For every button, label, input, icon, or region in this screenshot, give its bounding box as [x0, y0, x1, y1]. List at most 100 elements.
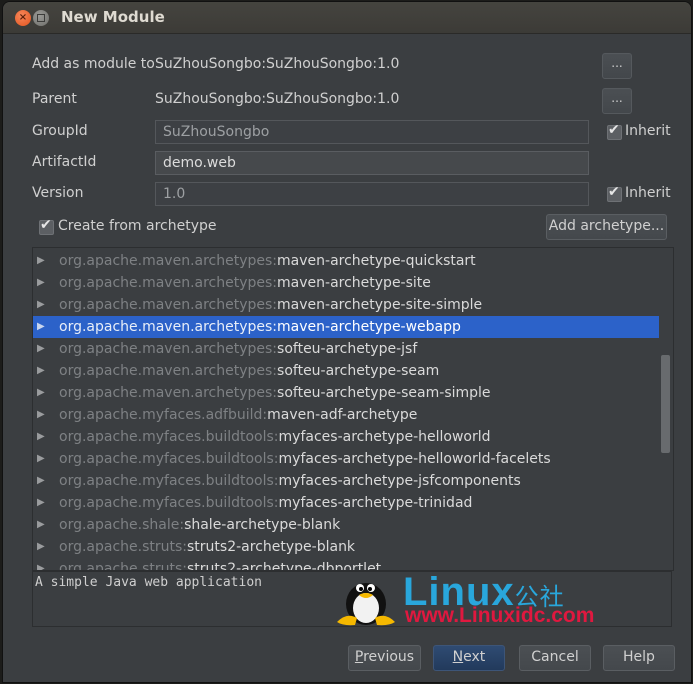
archetype-group: org.apache.struts: [59, 561, 188, 571]
archetype-list-scrollbar[interactable] [661, 355, 670, 453]
archetype-label: org.apache.myfaces.adfbuild:maven-adf-ar… [59, 404, 417, 426]
parent-value: SuZhouSongbo:SuZhouSongbo:1.0 [155, 91, 400, 107]
archetype-artifact: maven-archetype-quickstart [277, 253, 476, 269]
archetype-group: org.apache.maven.archetypes: [59, 341, 278, 357]
add-as-module-browse-button[interactable]: ... [602, 53, 632, 79]
previous-mnemonic: P [354, 649, 364, 665]
archetype-artifact: myfaces-archetype-helloworld-facelets [278, 451, 551, 467]
archetype-group: org.apache.myfaces.buildtools: [59, 495, 279, 511]
group-id-inherit-checkbox[interactable] [607, 122, 622, 140]
archetype-artifact: softeu-archetype-jsf [277, 341, 418, 357]
archetype-row[interactable]: ▶ org.apache.myfaces.adfbuild:maven-adf-a… [33, 404, 659, 426]
expand-arrow-icon[interactable]: ▶ [37, 470, 45, 492]
expand-arrow-icon[interactable]: ▶ [37, 382, 45, 404]
close-icon: × [18, 12, 28, 23]
archetype-label: org.apache.shale:shale-archetype-blank [59, 514, 340, 536]
archetype-group: org.apache.myfaces.buildtools: [59, 473, 279, 489]
create-from-archetype-label: Create from archetype [58, 218, 217, 234]
expand-arrow-icon[interactable]: ▶ [37, 338, 45, 360]
archetype-row[interactable]: ▶ org.apache.myfaces.buildtools:myfaces-a… [33, 448, 659, 470]
previous-label: revious [363, 649, 415, 665]
archetype-group: org.apache.maven.archetypes: [59, 297, 278, 313]
archetype-group: org.apache.maven.archetypes: [59, 275, 278, 291]
archetype-label: org.apache.struts:struts2-archetype-blan… [59, 536, 355, 558]
archetype-label: org.apache.myfaces.buildtools:myfaces-ar… [59, 470, 521, 492]
expand-arrow-icon[interactable]: ▶ [37, 448, 45, 470]
help-button[interactable]: Help [603, 645, 675, 671]
archetype-artifact: maven-archetype-site [277, 275, 431, 291]
expand-arrow-icon[interactable]: ▶ [37, 250, 45, 272]
expand-arrow-icon[interactable]: ▶ [37, 316, 45, 338]
archetype-group: org.apache.myfaces.buildtools: [59, 429, 279, 445]
parent-label: Parent [32, 91, 77, 107]
expand-arrow-icon[interactable]: ▶ [37, 272, 45, 294]
archetype-row[interactable]: ▶ org.apache.maven.archetypes:softeu-arch… [33, 360, 659, 382]
expand-arrow-icon[interactable]: ▶ [37, 294, 45, 316]
version-field[interactable]: 1.0 [155, 182, 589, 206]
next-button[interactable]: Next [433, 645, 505, 671]
artifact-id-field[interactable]: demo.web [155, 151, 589, 175]
archetype-artifact: maven-archetype-webapp [277, 319, 461, 335]
archetype-group: org.apache.myfaces.buildtools: [59, 451, 279, 467]
maximize-window-button[interactable] [33, 10, 49, 26]
archetype-label: org.apache.myfaces.buildtools:myfaces-ar… [59, 426, 491, 448]
version-inherit-label: Inherit [625, 185, 671, 201]
archetype-row[interactable]: ▶ org.apache.maven.archetypes:maven-arche… [33, 316, 659, 338]
archetype-label: org.apache.maven.archetypes:maven-archet… [59, 294, 482, 316]
archetype-row[interactable]: ▶ org.apache.maven.archetypes:maven-arche… [33, 250, 659, 272]
archetype-row[interactable]: ▶ org.apache.maven.archetypes:maven-arche… [33, 272, 659, 294]
cancel-button[interactable]: Cancel [519, 645, 591, 671]
expand-arrow-icon[interactable]: ▶ [37, 492, 45, 514]
archetype-row[interactable]: ▶ org.apache.maven.archetypes:softeu-arch… [33, 338, 659, 360]
group-id-field[interactable]: SuZhouSongbo [155, 120, 589, 144]
archetype-label: org.apache.myfaces.buildtools:myfaces-ar… [59, 448, 551, 470]
archetype-row[interactable]: ▶ org.apache.shale:shale-archetype-blank [33, 514, 659, 536]
add-as-module-value: SuZhouSongbo:SuZhouSongbo:1.0 [155, 56, 400, 72]
archetype-row[interactable]: ▶ org.apache.struts:struts2-archetype-dbp… [33, 558, 659, 571]
previous-button[interactable]: Previous [348, 645, 421, 671]
add-archetype-button[interactable]: Add archetype... [546, 214, 667, 240]
archetype-artifact: maven-adf-archetype [267, 407, 418, 423]
archetype-artifact: softeu-archetype-seam-simple [277, 385, 491, 401]
archetype-label: org.apache.maven.archetypes:softeu-arche… [59, 338, 417, 360]
archetype-label: org.apache.maven.archetypes:maven-archet… [59, 272, 431, 294]
archetype-artifact: maven-archetype-site-simple [277, 297, 483, 313]
archetype-artifact: struts2-archetype-blank [187, 539, 356, 555]
version-label: Version [32, 185, 84, 201]
expand-arrow-icon[interactable]: ▶ [37, 360, 45, 382]
archetype-row[interactable]: ▶ org.apache.struts:struts2-archetype-bla… [33, 536, 659, 558]
version-inherit-checkbox[interactable] [607, 184, 622, 202]
parent-browse-button[interactable]: ... [602, 88, 632, 114]
title-bar: × New Module [3, 2, 691, 34]
close-window-button[interactable]: × [15, 10, 31, 26]
artifact-id-label: ArtifactId [32, 154, 97, 170]
archetype-label: org.apache.struts:struts2-archetype-dbpo… [59, 558, 381, 571]
next-mnemonic: N [452, 649, 464, 665]
archetype-artifact: myfaces-archetype-trinidad [278, 495, 473, 511]
expand-arrow-icon[interactable]: ▶ [37, 426, 45, 448]
archetype-row[interactable]: ▶ org.apache.maven.archetypes:maven-arche… [33, 294, 659, 316]
new-module-dialog: × New Module Add as module to SuZhouSong… [3, 2, 691, 682]
archetype-row[interactable]: ▶ org.apache.myfaces.buildtools:myfaces-a… [33, 470, 659, 492]
archetype-group: org.apache.maven.archetypes: [59, 385, 278, 401]
archetype-label: org.apache.maven.archetypes:softeu-arche… [59, 360, 439, 382]
expand-arrow-icon[interactable]: ▶ [37, 514, 45, 536]
archetype-artifact: shale-archetype-blank [184, 517, 341, 533]
penguin-icon [337, 583, 395, 626]
archetype-artifact: myfaces-archetype-jsfcomponents [278, 473, 521, 489]
group-id-label: GroupId [32, 123, 88, 139]
archetype-list[interactable]: ▶ org.apache.maven.archetypes:maven-arche… [32, 247, 674, 571]
archetype-group: org.apache.shale: [59, 517, 185, 533]
window-title: New Module [61, 8, 165, 26]
group-id-inherit-label: Inherit [625, 123, 671, 139]
archetype-row[interactable]: ▶ org.apache.myfaces.buildtools:myfaces-a… [33, 426, 659, 448]
archetype-row[interactable]: ▶ org.apache.maven.archetypes:softeu-arch… [33, 382, 659, 404]
expand-arrow-icon[interactable]: ▶ [37, 558, 45, 570]
archetype-row[interactable]: ▶ org.apache.myfaces.buildtools:myfaces-a… [33, 492, 659, 514]
add-as-module-label: Add as module to [32, 56, 155, 72]
create-from-archetype-checkbox[interactable] [39, 217, 54, 235]
expand-arrow-icon[interactable]: ▶ [37, 404, 45, 426]
expand-arrow-icon[interactable]: ▶ [37, 536, 45, 558]
archetype-group: org.apache.maven.archetypes: [59, 319, 278, 335]
watermark-url: www.Linuxidc.com [405, 604, 595, 627]
